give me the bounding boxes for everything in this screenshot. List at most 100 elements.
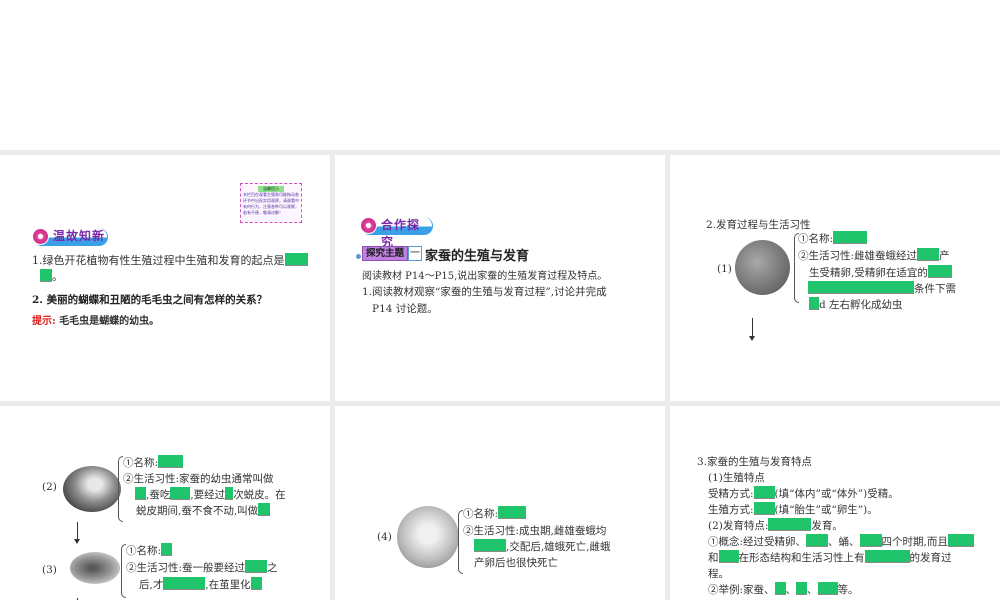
answer-blank[interactable] xyxy=(474,539,506,552)
text: 发育。 xyxy=(811,520,843,532)
answer-blank[interactable] xyxy=(498,506,527,519)
question-1-cont: 。 xyxy=(40,268,63,284)
line: ②生活习性:成虫期,雌雄蚕蛾均 xyxy=(463,523,606,538)
text: ①名称: xyxy=(463,508,499,520)
line: 后,才 ,在茧里化 xyxy=(139,577,262,592)
line: ②生活习性:雌雄蚕蛾经过 产 xyxy=(798,248,950,263)
answer-blank[interactable] xyxy=(864,550,910,563)
text: 、蛹、 xyxy=(828,536,860,548)
theme-label: 探究主题 xyxy=(362,246,409,261)
text: 之 xyxy=(267,562,278,574)
text: 产 xyxy=(939,250,950,262)
text: 在形态结构和生活习性上有 xyxy=(738,552,865,564)
answer-blank[interactable] xyxy=(917,248,940,261)
theme-number: 一 xyxy=(408,246,422,261)
answer-blank[interactable] xyxy=(158,455,184,468)
answer-blank[interactable] xyxy=(161,543,173,556)
answer-blank[interactable] xyxy=(833,231,868,244)
line: ②生活习性:蚕一般要经过 之 xyxy=(126,560,278,575)
line: (2)发育特点: 发育。 xyxy=(708,518,843,533)
section-banner: 温故知新 xyxy=(32,228,108,246)
text: 的发育过 xyxy=(909,552,952,564)
text: 后,才 xyxy=(139,579,164,591)
top-blank-area xyxy=(0,0,1000,150)
answer-blank[interactable] xyxy=(753,486,775,499)
text: ,在茧里化 xyxy=(205,579,251,591)
text: ②生活习性:家蚕的幼虫通常叫做 xyxy=(123,473,274,485)
answer-blank[interactable] xyxy=(245,560,268,573)
silk-moth-image xyxy=(397,506,459,568)
line: 蜕皮期间,蚕不食不动,叫做 xyxy=(136,503,271,518)
answer-blank[interactable] xyxy=(225,487,234,500)
text: ①名称: xyxy=(126,545,162,557)
text: 等。 xyxy=(837,584,859,596)
down-arrow-icon xyxy=(749,318,755,341)
text: 四个时期,而且 xyxy=(881,536,948,548)
text: 和 xyxy=(708,552,719,564)
slide-adult-stage[interactable]: (4) ①名称: ②生活习性:成虫期,雌雄蚕蛾均 ,交配后,雄蛾死亡,雌蛾 产卵… xyxy=(335,406,665,600)
slide-egg-stage[interactable]: 2.发育过程与生活习性 (1) ①名称: ②生活习性:雌雄蚕蛾经过 产 生受精卵,… xyxy=(670,155,1000,401)
answer-blank[interactable] xyxy=(808,281,914,294)
silkworm-larva-image xyxy=(63,466,121,512)
answer-blank[interactable] xyxy=(170,487,191,500)
paragraph: 阅读教材 P14～P15,说出家蚕的生殖发育过程及特点。 xyxy=(362,271,608,282)
line: ①名称: xyxy=(123,455,184,470)
text: 产卵后也很快死亡 xyxy=(474,557,558,569)
example-line: ②举例:家蚕、、、等。 xyxy=(708,582,859,597)
answer-blank[interactable] xyxy=(796,582,808,595)
stage-number: (3) xyxy=(42,564,57,576)
line: ①名称: xyxy=(126,543,173,558)
text: ,蚕吃 xyxy=(146,489,171,501)
line: ,交配后,雄蛾死亡,雌蛾 xyxy=(474,539,611,554)
answer-blank[interactable] xyxy=(768,518,812,531)
text: ,要经过 xyxy=(190,489,226,501)
line: 和 在形态结构和生活习性上有 的发育过 xyxy=(708,550,952,565)
tip-box: 温馨提示 本栏目在观看生殖和可能拖动各环节中出现实用观察，请观看中有何行为，注意… xyxy=(240,183,302,223)
separator: 、 xyxy=(807,584,818,596)
theme-title: 家蚕的生殖与发育 xyxy=(425,249,530,264)
line: 受精方式: (填“体内”或“体外”)受精。 xyxy=(708,486,899,501)
slide-characteristics[interactable]: 3.家蚕的生殖与发育特点 (1)生殖特点 受精方式: (填“体内”或“体外”)受精… xyxy=(670,406,1000,600)
answer-blank[interactable] xyxy=(809,297,819,310)
answer-blank[interactable] xyxy=(250,577,262,590)
answer-blank[interactable] xyxy=(817,582,838,595)
text: 条件下需 xyxy=(914,283,956,295)
text: ②生活习性:雌雄蚕蛾经过 xyxy=(798,250,918,262)
text: 受精方式: xyxy=(708,488,754,500)
slide-larva-pupa[interactable]: (2) ①名称: ②生活习性:家蚕的幼虫通常叫做 ,蚕吃 ,要经过 次蜕皮。在 蜕皮… xyxy=(0,406,330,600)
line: 生受精卵,受精卵在适宜的 xyxy=(809,265,952,280)
answer-blank[interactable] xyxy=(806,534,829,547)
answer-blank[interactable] xyxy=(753,502,775,515)
subheading: (1)生殖特点 xyxy=(708,472,765,484)
text: 蜕皮期间,蚕不食不动,叫做 xyxy=(136,505,259,517)
paragraph: P14 讨论题。 xyxy=(372,303,438,315)
answer-blank[interactable] xyxy=(284,253,308,266)
text: d 左右孵化成幼虫 xyxy=(819,299,903,311)
answer-blank[interactable] xyxy=(774,582,786,595)
answer-blank[interactable] xyxy=(859,534,882,547)
answer-blank[interactable] xyxy=(258,503,271,516)
text: ①概念:经过受精卵、 xyxy=(708,536,807,548)
banner-circle-icon xyxy=(32,228,49,245)
tip-body: 本栏目在观看生殖和可能拖动各环节中出现实用观察，请观看中有何行为，注意各种可以观… xyxy=(243,192,299,215)
answer-blank[interactable] xyxy=(135,487,146,500)
text: 生受精卵,受精卵在适宜的 xyxy=(809,267,928,279)
line: ①名称: xyxy=(798,231,868,246)
slide-cooperative-inquiry[interactable]: 合作探究 探究主题 一 家蚕的生殖与发育 阅读教材 P14～P15,说出家蚕的生… xyxy=(335,155,665,401)
answer-blank[interactable] xyxy=(163,577,206,590)
answer-blank[interactable] xyxy=(947,534,974,547)
text: (2)发育特点: xyxy=(708,520,769,532)
text: ,交配后,雄蛾死亡,雌蛾 xyxy=(506,541,611,553)
text: ②生活习性:成虫期,雌雄蚕蛾均 xyxy=(463,525,607,537)
hint-text: 毛毛虫是蝴蝶的幼虫。 xyxy=(59,316,160,327)
line: 生殖方式: (填“胎生”或“卵生”)。 xyxy=(708,502,878,517)
answer-blank[interactable] xyxy=(40,269,52,282)
text: (填“体内”或“体外”)受精。 xyxy=(774,488,899,500)
question-2: 2. 美丽的蝴蝶和丑陋的毛毛虫之间有怎样的关系？ xyxy=(32,294,268,306)
slide-review[interactable]: 温馨提示 本栏目在观看生殖和可能拖动各环节中出现实用观察，请观看中有何行为，注意… xyxy=(0,155,330,401)
text: 生殖方式: xyxy=(708,504,754,516)
text: 次蜕皮。在 xyxy=(233,489,286,501)
answer-blank[interactable] xyxy=(927,265,952,278)
answer-blank[interactable] xyxy=(718,550,739,563)
line: ①概念:经过受精卵、 、蛹、 四个时期,而且 xyxy=(708,534,974,549)
